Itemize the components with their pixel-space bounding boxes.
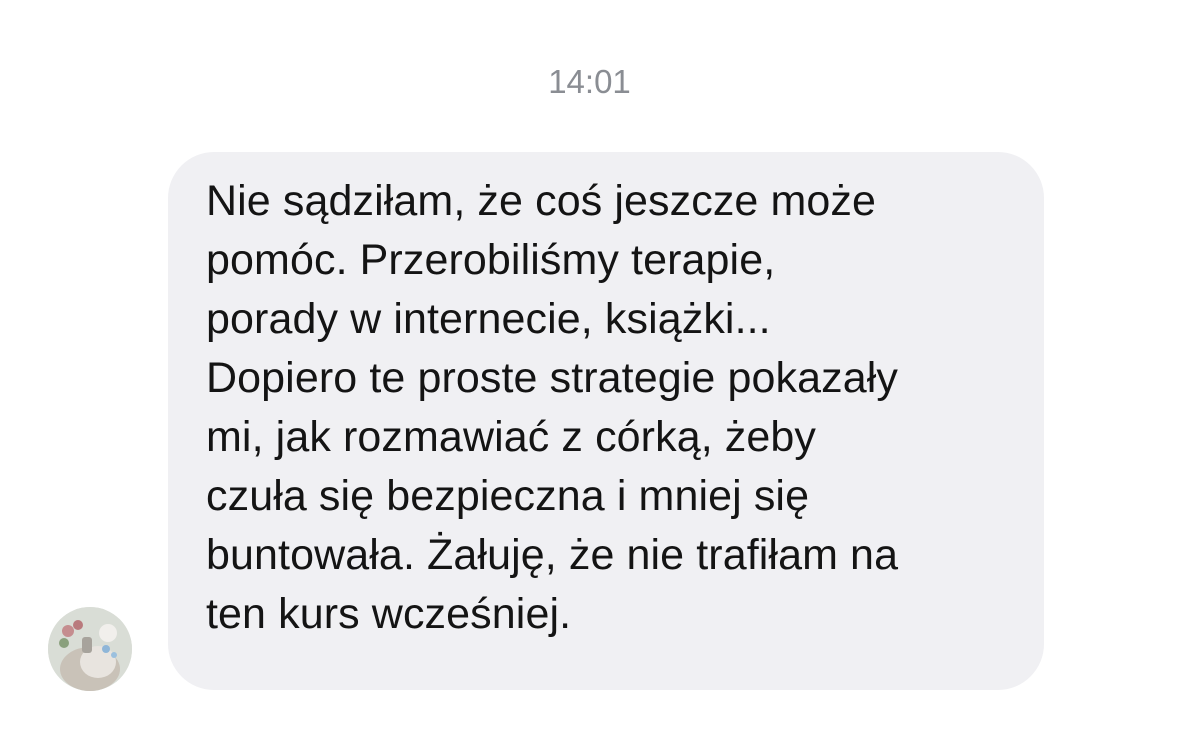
- message-bubble[interactable]: Nie sądziłam, że coś jeszcze może pomóc.…: [168, 152, 1044, 690]
- sender-avatar[interactable]: [48, 607, 132, 691]
- profile-photo-icon: [48, 607, 132, 691]
- message-timestamp: 14:01: [548, 63, 631, 100]
- message-row: Nie sądziłam, że coś jeszcze może pomóc.…: [48, 152, 1048, 692]
- message-text: Nie sądziłam, że coś jeszcze może pomóc.…: [206, 177, 899, 638]
